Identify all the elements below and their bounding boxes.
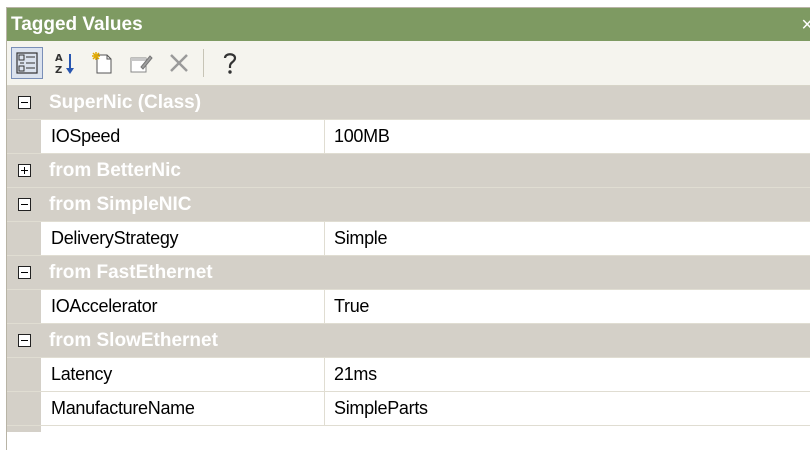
- group-row-simplenic[interactable]: from SimpleNIC: [7, 188, 810, 222]
- help-icon: [223, 53, 237, 74]
- new-tag-button[interactable]: [87, 47, 119, 79]
- property-name: DeliveryStrategy: [41, 222, 325, 255]
- group-label: from SlowEthernet: [41, 324, 810, 357]
- group-label: from FastEthernet: [41, 256, 810, 289]
- property-name: Latency: [41, 358, 325, 391]
- group-label: SuperNic (Class): [41, 86, 810, 119]
- property-value[interactable]: True: [325, 290, 810, 323]
- group-row-fastethernet[interactable]: from FastEthernet: [7, 256, 810, 290]
- delete-icon: [170, 54, 188, 72]
- property-value[interactable]: 100MB: [325, 120, 810, 153]
- collapse-icon[interactable]: [17, 198, 31, 211]
- property-grid: SuperNic (Class) IOSpeed 100MB from Bett…: [7, 86, 810, 432]
- categorized-view-icon: [16, 52, 38, 74]
- toolbar: A Z: [7, 41, 810, 86]
- property-name: ManufactureName: [41, 392, 325, 425]
- property-row[interactable]: IOAccelerator True: [7, 290, 810, 324]
- property-row[interactable]: Latency 21ms: [7, 358, 810, 392]
- tagged-values-window: Tagged Values × A Z: [6, 7, 810, 450]
- property-row[interactable]: IOSpeed 100MB: [7, 120, 810, 154]
- svg-text:A: A: [55, 53, 63, 64]
- window-title: Tagged Values: [11, 13, 143, 35]
- collapse-icon[interactable]: [17, 96, 31, 109]
- delete-button[interactable]: [163, 47, 195, 79]
- new-tag-icon: [92, 52, 112, 74]
- close-icon[interactable]: ×: [801, 14, 810, 37]
- edit-tag-icon: [130, 55, 153, 73]
- property-value[interactable]: Simple: [325, 222, 810, 255]
- group-row-slowethernet[interactable]: from SlowEthernet: [7, 324, 810, 358]
- group-row-supernic[interactable]: SuperNic (Class): [7, 86, 810, 120]
- property-row[interactable]: ManufactureName SimpleParts: [7, 392, 810, 426]
- edit-tag-button[interactable]: [125, 47, 157, 79]
- property-value[interactable]: SimpleParts: [325, 392, 810, 425]
- sort-alphabetical-icon: A Z: [55, 53, 74, 75]
- property-name: IOSpeed: [41, 120, 325, 153]
- toolbar-separator: [203, 49, 204, 77]
- property-value[interactable]: 21ms: [325, 358, 810, 391]
- window-titlebar[interactable]: Tagged Values ×: [7, 8, 810, 41]
- expand-icon[interactable]: [17, 164, 31, 177]
- grid-remainder: [7, 426, 810, 432]
- property-name: IOAccelerator: [41, 290, 325, 323]
- sort-alphabetical-button[interactable]: A Z: [49, 47, 81, 79]
- collapse-icon[interactable]: [17, 334, 31, 347]
- categorized-view-button[interactable]: [11, 47, 43, 79]
- group-row-betternic[interactable]: from BetterNic: [7, 154, 810, 188]
- property-row[interactable]: DeliveryStrategy Simple: [7, 222, 810, 256]
- svg-text:Z: Z: [55, 65, 62, 75]
- group-label: from SimpleNIC: [41, 188, 810, 221]
- group-label: from BetterNic: [41, 154, 810, 187]
- help-button[interactable]: [214, 47, 246, 79]
- collapse-icon[interactable]: [17, 266, 31, 279]
